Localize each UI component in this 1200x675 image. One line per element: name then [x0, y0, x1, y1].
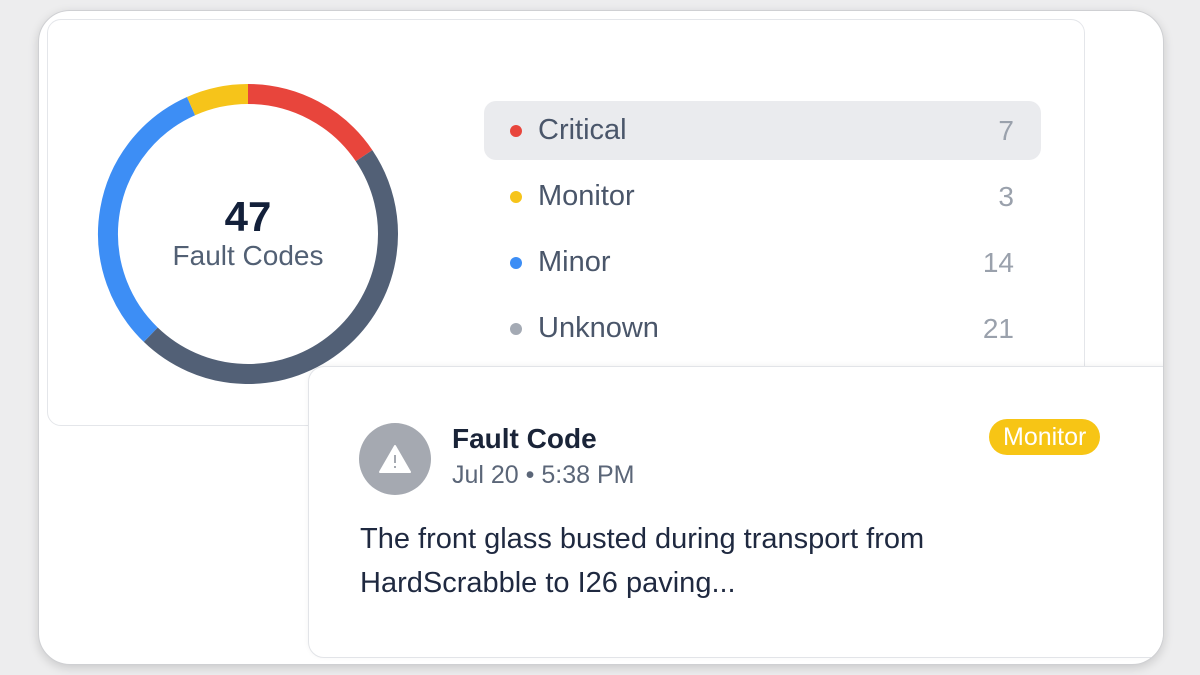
unknown-dot-icon: [510, 322, 522, 335]
critical-dot-icon: [510, 124, 522, 137]
legend-item-monitor[interactable]: Monitor 3: [484, 167, 1041, 226]
legend-label: Monitor: [538, 180, 635, 212]
fault-detail-card[interactable]: Fault Code Jul 20 • 5:38 PM Monitor The …: [308, 366, 1163, 658]
monitor-dot-icon: [510, 190, 522, 203]
legend-count: 21: [982, 312, 1014, 344]
app-window: 47 Fault Codes Critical 7 Monitor 3 Mino…: [38, 10, 1164, 665]
detail-title: Fault Code: [452, 423, 597, 454]
status-badge: Monitor: [989, 419, 1101, 455]
warning-avatar: [359, 423, 431, 495]
legend-count: 7: [998, 114, 1014, 146]
legend-label: Minor: [538, 246, 611, 278]
fault-total-label: Fault Codes: [172, 240, 324, 271]
warning-triangle-icon: [379, 445, 411, 473]
detail-timestamp: Jul 20 • 5:38 PM: [452, 461, 635, 489]
legend-count: 14: [982, 246, 1014, 278]
legend-item-minor[interactable]: Minor 14: [484, 233, 1041, 292]
fault-summary-card: 47 Fault Codes Critical 7 Monitor 3 Mino…: [47, 19, 1085, 426]
legend-item-unknown[interactable]: Unknown 21: [484, 299, 1041, 358]
fault-legend: Critical 7 Monitor 3 Minor 14 Unknown 21: [484, 101, 1041, 365]
legend-item-critical[interactable]: Critical 7: [484, 101, 1041, 160]
detail-description: The front glass busted during transport …: [360, 523, 925, 599]
donut-center: 47 Fault Codes: [96, 82, 400, 386]
legend-count: 3: [998, 180, 1014, 212]
minor-dot-icon: [510, 256, 522, 269]
legend-label: Critical: [538, 114, 627, 146]
legend-label: Unknown: [538, 312, 659, 344]
fault-total: 47: [224, 193, 272, 240]
